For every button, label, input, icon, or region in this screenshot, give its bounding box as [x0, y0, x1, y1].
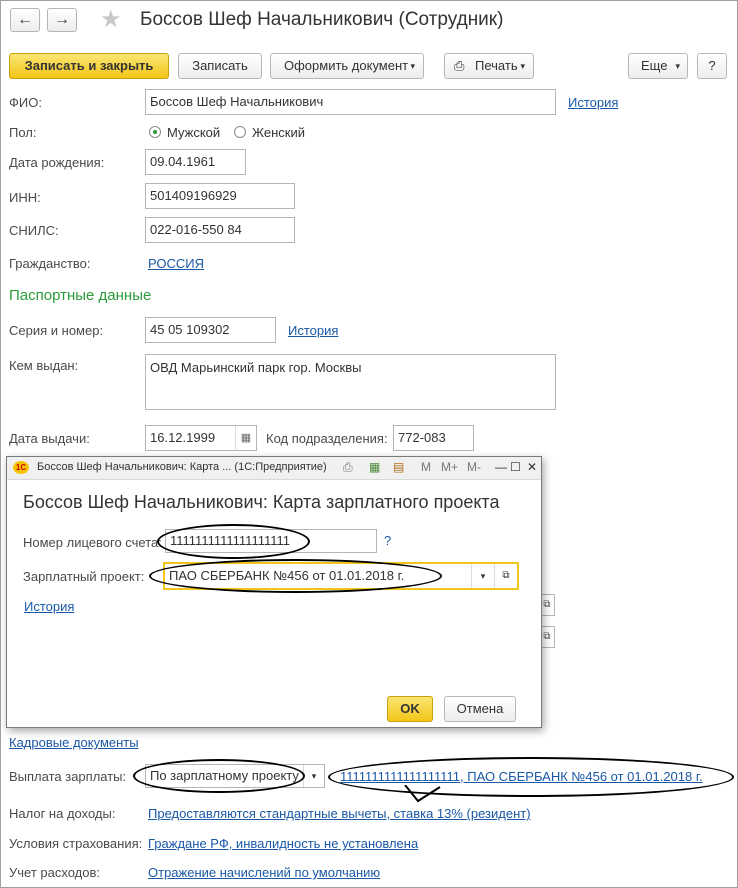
- open-icon[interactable]: ⧉: [540, 626, 555, 648]
- snils-field[interactable]: 022-016-550 84: [145, 217, 295, 243]
- memory-plus-button[interactable]: M+: [441, 460, 458, 474]
- gender-male-radio[interactable]: [149, 126, 161, 138]
- inn-field[interactable]: 501409196929: [145, 183, 295, 209]
- insurance-label: Условия страхования:: [9, 836, 143, 851]
- issued-by-label: Кем выдан:: [9, 358, 79, 373]
- gender-female-radio[interactable]: [234, 126, 246, 138]
- salary-payment-label: Выплата зарплаты:: [9, 769, 127, 784]
- gender-female-label: Женский: [252, 125, 305, 140]
- salary-project-label: Зарплатный проект:: [23, 569, 145, 584]
- open-icon[interactable]: ⧉: [540, 594, 555, 616]
- dialog-titlebar: 1C Боссов Шеф Начальникович: Карта ... (…: [7, 457, 541, 480]
- expense-label: Учет расходов:: [9, 865, 100, 880]
- expense-link[interactable]: Отражение начислений по умолчанию: [148, 865, 380, 880]
- more-label: Еще: [641, 58, 668, 73]
- memory-m-button[interactable]: M: [421, 460, 431, 474]
- annotation-ellipse: [149, 559, 442, 593]
- dropdown-arrow-icon: ▾: [410, 61, 415, 71]
- annotation-ellipse: [133, 759, 305, 793]
- passport-history-link[interactable]: История: [288, 323, 338, 338]
- passport-series-label: Серия и номер:: [9, 323, 104, 338]
- spreadsheet-icon[interactable]: ▦: [369, 460, 380, 474]
- snils-label: СНИЛС:: [9, 223, 59, 238]
- more-button[interactable]: Еще ▾: [628, 53, 688, 79]
- print-label: Печать: [475, 58, 518, 73]
- issue-date-label: Дата выдачи:: [9, 431, 90, 446]
- annotation-ellipse: [328, 757, 734, 797]
- dropdown-arrow-icon: ▾: [675, 61, 680, 71]
- app-logo-icon: 1C: [13, 461, 29, 474]
- cancel-button[interactable]: Отмена: [444, 696, 516, 722]
- dialog-heading: Боссов Шеф Начальникович: Карта зарплатн…: [23, 492, 500, 512]
- dialog-window-title: Боссов Шеф Начальникович: Карта ... (1С:…: [37, 461, 327, 473]
- minimize-icon[interactable]: —: [495, 460, 507, 474]
- annotation-ellipse: [157, 524, 310, 559]
- fio-history-link[interactable]: История: [568, 95, 618, 110]
- back-arrow-icon[interactable]: ←: [10, 8, 40, 32]
- forward-arrow-icon[interactable]: →: [47, 8, 77, 32]
- print-icon[interactable]: ⎙: [343, 460, 353, 475]
- dept-code-label: Код подразделения:: [266, 431, 388, 446]
- dropdown-arrow-icon[interactable]: ▾: [303, 765, 324, 787]
- ok-button[interactable]: OK: [387, 696, 433, 722]
- fio-label: ФИО:: [9, 95, 42, 110]
- passport-series-field[interactable]: 45 05 109302: [145, 317, 276, 343]
- account-number-label: Номер лицевого счета:: [23, 535, 162, 550]
- maximize-icon[interactable]: ☐: [510, 460, 521, 474]
- help-button[interactable]: ?: [697, 53, 727, 79]
- birth-date-field[interactable]: 09.04.1961: [145, 149, 246, 175]
- create-document-label: Оформить документ: [284, 58, 409, 73]
- citizenship-link[interactable]: РОССИЯ: [148, 256, 204, 271]
- issue-date-value: 16.12.1999: [150, 430, 216, 445]
- income-tax-label: Налог на доходы:: [9, 806, 116, 821]
- issue-date-field[interactable]: 16.12.1999 ▦: [145, 425, 257, 451]
- create-document-button[interactable]: Оформить документ ▾: [270, 53, 424, 79]
- dialog-history-link[interactable]: История: [24, 599, 74, 614]
- insurance-link[interactable]: Граждане РФ, инвалидность не установлена: [148, 836, 418, 851]
- calendar-icon[interactable]: ▦: [235, 426, 256, 450]
- calendar-icon[interactable]: ▤: [393, 460, 404, 474]
- inn-label: ИНН:: [9, 190, 41, 205]
- passport-section-title: Паспортные данные: [9, 287, 152, 304]
- hr-documents-link[interactable]: Кадровые документы: [9, 735, 139, 750]
- annotation-callout-tail: [404, 785, 441, 803]
- dropdown-arrow-icon: ▾: [520, 61, 525, 71]
- printer-icon: ⎙: [454, 58, 465, 73]
- save-button[interactable]: Записать: [178, 53, 262, 79]
- star-favorite-icon[interactable]: ★: [100, 5, 122, 34]
- gender-male-label: Мужской: [167, 125, 221, 140]
- issued-by-textarea[interactable]: ОВД Марьинский парк гор. Москвы: [145, 354, 556, 410]
- income-tax-link[interactable]: Предоставляются стандартные вычеты, став…: [148, 806, 531, 821]
- fio-field[interactable]: Боссов Шеф Начальникович: [145, 89, 556, 115]
- birth-date-label: Дата рождения:: [9, 155, 105, 170]
- gender-label: Пол:: [9, 125, 37, 140]
- memory-minus-button[interactable]: M-: [467, 460, 481, 474]
- salary-card-dialog: 1C Боссов Шеф Начальникович: Карта ... (…: [6, 456, 542, 728]
- open-icon[interactable]: ⧉: [494, 564, 517, 588]
- close-icon[interactable]: ✕: [527, 460, 537, 474]
- page-title: Боссов Шеф Начальникович (Сотрудник): [140, 9, 504, 30]
- dropdown-arrow-icon[interactable]: ▾: [471, 564, 494, 588]
- citizenship-label: Гражданство:: [9, 256, 91, 271]
- dept-code-field[interactable]: 772-083: [393, 425, 474, 451]
- save-and-close-button[interactable]: Записать и закрыть: [9, 53, 169, 79]
- account-help-link[interactable]: ?: [384, 533, 391, 548]
- print-button[interactable]: ⎙ Печать ▾: [444, 53, 534, 79]
